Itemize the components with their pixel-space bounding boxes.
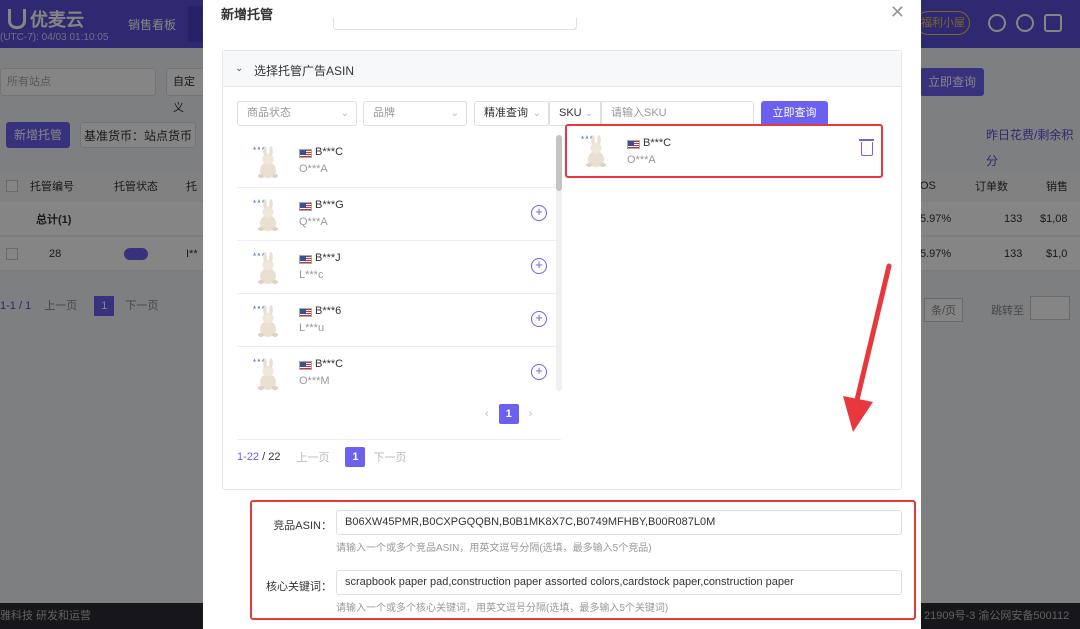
pager-total: 22 [268,451,281,463]
list-item: ▲ ▲ ▲ B***C O***M + [237,347,561,393]
us-flag-icon [299,361,312,370]
competitor-hint: 请输入一个或多个竞品ASIN，用英文逗号分隔(选填，最多输入5个竞品) [336,543,652,554]
list-item: ▲ ▲ ▲ B***C O***A [237,135,561,188]
selected-product: ▲ ▲ ▲ B***C O***A [565,124,883,178]
product-shop: L***c [299,269,324,281]
product-thumbnail: ▲ ▲ ▲ [253,357,278,390]
add-icon[interactable]: + [531,205,547,221]
inner-pager: ‹ 1 › [485,404,532,424]
product-shop: L***u [299,322,325,334]
match-mode-select[interactable]: 精准查询 ⌄ [474,101,549,126]
section-title: 选择托管广告ASIN [254,64,355,78]
product-shop: O***M [299,375,330,387]
competitor-keyword-form: 竞品ASIN： B06XW45PMR,B0CXPGQQBN,B0B1MK8X7C… [250,500,916,620]
brand-placeholder: 品牌 [373,107,395,119]
us-flag-icon [299,149,312,158]
product-list: ▲ ▲ ▲ B***C O***A ▲ ▲ ▲ B***G Q***A + ▲ ▲ ▲ B***… [237,135,561,393]
selected-asin: B***C [643,137,672,149]
scrollbar-thumb[interactable] [556,135,562,191]
competitor-asin-input[interactable]: B06XW45PMR,B0CXPGQQBN,B0B1MK8X7C,B0749MF… [336,510,902,535]
pager-range: 1-22 [237,451,260,463]
product-asin: B***C [315,146,344,158]
chevron-down-icon: ⌄ [340,108,349,119]
product-shop: Q***A [299,216,328,228]
product-thumbnail: ▲ ▲ ▲ [253,145,278,178]
list-pager: 1-22 / 22 上一页 1 下一页 [237,447,553,467]
list-scrollbar[interactable] [556,135,562,391]
keyword-label: 核心关键词： [266,581,332,593]
chevron-right-icon[interactable]: › [529,408,533,420]
add-icon[interactable]: + [531,258,547,274]
close-icon[interactable]: ✕ [890,2,905,23]
list-item: ▲ ▲ ▲ B***J L***c + [237,241,561,294]
pager-prev[interactable]: 上一页 [296,449,329,465]
keyword-input[interactable]: scrapbook paper pad,construction paper a… [336,570,902,595]
dialog-title: 新增托管 [221,7,274,22]
brand-select[interactable]: 品牌 ⌄ [363,101,467,126]
field-type-select[interactable]: SKU ⌄ [549,101,601,126]
selected-shop: O***A [627,154,656,166]
sku-search-input[interactable]: 请输入SKU [601,101,754,126]
divider [237,439,561,440]
add-icon[interactable]: + [531,364,547,380]
product-thumbnail: ▲ ▲ ▲ [253,251,278,284]
top-partial-field[interactable] [333,18,577,30]
chevron-down-icon: ⌄ [450,108,459,119]
chevron-left-icon[interactable]: ‹ [485,408,489,420]
section-header[interactable]: ⌄ 选择托管广告ASIN [223,51,901,87]
pager-next[interactable]: 下一页 [373,449,406,465]
product-status-placeholder: 商品状态 [247,107,291,119]
annotation-arrow [843,263,892,432]
new-managed-dialog: 新增托管 ✕ ⌄ 选择托管广告ASIN 商品状态 ⌄ 品牌 ⌄ 精准查询 ⌄ SKU ⌄… [203,0,921,629]
us-flag-icon [299,202,312,211]
product-thumbnail: ▲ ▲ ▲ [581,134,606,167]
us-flag-icon [299,255,312,264]
pager-current-page[interactable]: 1 [345,447,366,467]
product-shop: O***A [299,163,328,175]
add-icon[interactable]: + [531,311,547,327]
product-asin: B***G [315,199,344,211]
list-item: ▲ ▲ ▲ B***G Q***A + [237,188,561,241]
chevron-down-icon[interactable]: ⌄ [235,63,243,74]
us-flag-icon [627,140,640,149]
product-asin: B***C [315,358,344,370]
chevron-down-icon: ⌄ [532,108,541,119]
product-thumbnail: ▲ ▲ ▲ [253,198,278,231]
trash-icon[interactable] [859,139,874,156]
competitor-label: 竞品ASIN： [273,520,332,532]
match-mode-value: 精准查询 [484,107,528,119]
chevron-down-icon: ⌄ [584,108,593,119]
product-asin: B***J [315,252,341,264]
list-query-button[interactable]: 立即查询 [761,101,828,126]
keyword-hint: 请输入一个或多个核心关键词，用英文逗号分隔(选填，最多输入5个关键词) [336,603,669,614]
field-type-value: SKU [559,107,582,119]
list-item: ▲ ▲ ▲ B***6 L***u + [237,294,561,347]
asin-select-section: ⌄ 选择托管广告ASIN 商品状态 ⌄ 品牌 ⌄ 精准查询 ⌄ SKU ⌄ 请输入SKU… [222,50,902,490]
product-asin: B***6 [315,305,342,317]
inner-current-page[interactable]: 1 [498,404,519,424]
product-status-select[interactable]: 商品状态 ⌄ [237,101,357,126]
product-thumbnail: ▲ ▲ ▲ [253,304,278,337]
us-flag-icon [299,308,312,317]
